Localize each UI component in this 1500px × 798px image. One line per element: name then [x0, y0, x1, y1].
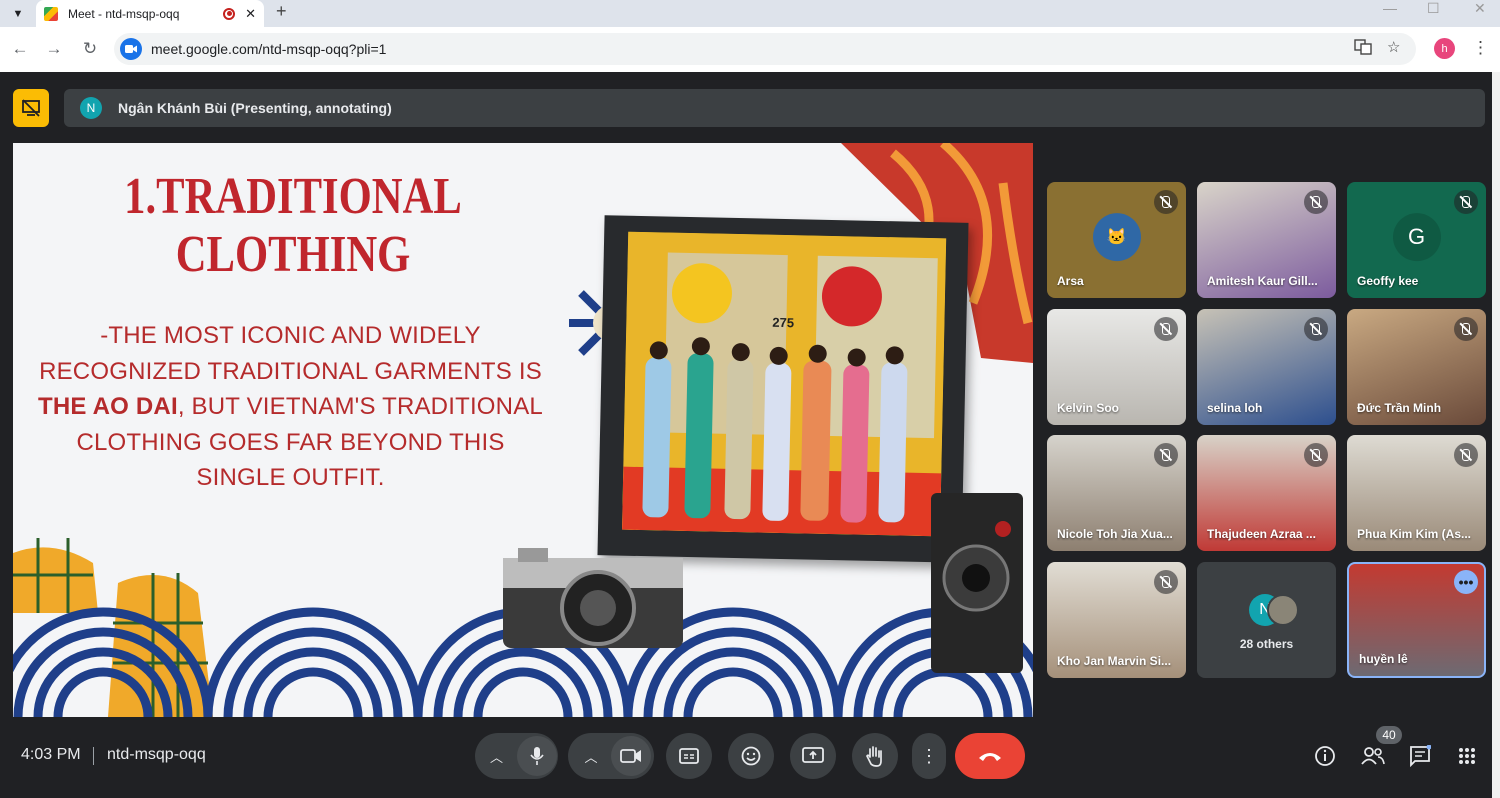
browser-chrome: ▼ Meet - ntd-msqp-oqq ✕ + — ☐ ✕ ← → ↻ me… — [0, 0, 1500, 72]
mic-options-chevron-icon[interactable]: ︿ — [477, 747, 517, 766]
site-info-icon[interactable] — [120, 38, 142, 60]
mic-off-icon — [1454, 317, 1478, 341]
window-close-icon[interactable]: ✕ — [1474, 0, 1486, 18]
others-tile[interactable]: N 28 others — [1197, 562, 1336, 678]
mic-off-icon — [1154, 443, 1178, 467]
present-screen-icon[interactable] — [790, 733, 836, 779]
avatar: 🐱 — [1092, 213, 1141, 262]
mic-icon[interactable] — [516, 736, 557, 776]
translate-icon[interactable] — [1354, 38, 1372, 60]
participant-name: Thajudeen Azraa ... — [1207, 527, 1316, 541]
meeting-time: 4:03 PM — [21, 746, 81, 763]
more-options-icon[interactable]: ⋮ — [912, 733, 946, 779]
mic-off-icon — [1454, 190, 1478, 214]
meet-favicon-icon — [44, 6, 58, 21]
group-photo: 275 — [622, 231, 947, 537]
divider — [93, 747, 94, 765]
tab-title: Meet - ntd-msqp-oqq — [68, 6, 180, 21]
participant-tile[interactable]: Nicole Toh Jia Xua... — [1047, 435, 1186, 551]
tab-strip: ▼ Meet - ntd-msqp-oqq ✕ + — ☐ ✕ — [0, 0, 1500, 27]
tab-search-icon[interactable]: ▼ — [8, 4, 28, 24]
others-count: 28 others — [1239, 637, 1294, 651]
participant-tile[interactable]: selina loh — [1197, 309, 1336, 425]
mic-off-icon — [1154, 570, 1178, 594]
info-icon[interactable] — [1311, 742, 1339, 770]
participant-tile[interactable]: Amitesh Kaur Gill... — [1197, 182, 1336, 298]
participant-name: Phua Kim Kim (As... — [1357, 527, 1472, 541]
back-icon[interactable]: ← — [10, 39, 30, 59]
participant-tile[interactable]: 🐱 Arsa — [1047, 182, 1186, 298]
more-options-icon[interactable]: ••• — [1454, 570, 1478, 594]
avatar: G — [1392, 213, 1441, 262]
camera-illustration — [503, 548, 683, 648]
meet-window: N Ngân Khánh Bùi (Presenting, annotating… — [0, 72, 1492, 798]
slide-body-bold: THE AO DAI — [38, 393, 178, 420]
folding-camera-illustration — [931, 493, 1023, 673]
activities-icon[interactable] — [1453, 742, 1481, 770]
minimize-icon[interactable]: — — [1383, 0, 1397, 18]
presentation-slide: 1.TRADITIONAL CLOTHING -THE MOST ICONIC … — [13, 143, 1033, 717]
participant-name: Geoffy kee — [1357, 274, 1419, 288]
participant-name: selina loh — [1207, 401, 1263, 415]
presenter-banner: N Ngân Khánh Bùi (Presenting, annotating… — [64, 89, 1485, 127]
maximize-icon[interactable]: ☐ — [1427, 0, 1440, 18]
url-text: meet.google.com/ntd-msqp-oqq?pli=1 — [151, 41, 387, 57]
participant-tile[interactable]: Kho Jan Marvin Si... — [1047, 562, 1186, 678]
mic-control: ︿ — [475, 733, 558, 779]
recording-indicator-icon — [223, 7, 236, 20]
slide-body-text: -THE MOST ICONIC AND WIDELY RECOGNIZED T… — [33, 318, 548, 496]
emoji-icon[interactable] — [728, 733, 774, 779]
people-icon[interactable] — [1359, 742, 1387, 770]
participant-tile[interactable]: Đức Trần Minh — [1347, 309, 1486, 425]
bookmark-star-icon[interactable]: ☆ — [1387, 38, 1400, 56]
forward-icon[interactable]: → — [44, 39, 64, 59]
mic-off-icon — [1454, 443, 1478, 467]
presenter-avatar: N — [80, 97, 102, 119]
slide-heading-line2: CLOTHING — [175, 226, 411, 283]
participant-name: Amitesh Kaur Gill... — [1207, 274, 1318, 288]
slide-heading-line1: 1.TRADITIONAL — [124, 168, 462, 225]
presenter-text: Ngân Khánh Bùi (Presenting, annotating) — [118, 100, 392, 116]
address-bar[interactable]: meet.google.com/ntd-msqp-oqq?pli=1 ☆ — [114, 33, 1416, 65]
camera-icon[interactable] — [611, 736, 651, 776]
participant-tile[interactable]: Kelvin Soo — [1047, 309, 1186, 425]
mic-off-icon — [1154, 317, 1178, 341]
slide-body-part1: -THE MOST ICONIC AND WIDELY RECOGNIZED T… — [39, 322, 542, 385]
meeting-code: ntd-msqp-oqq — [107, 746, 206, 763]
participant-name: huyền lê — [1359, 652, 1408, 666]
self-tile[interactable]: ••• huyền lê — [1347, 562, 1486, 678]
present-lock-icon[interactable] — [13, 89, 49, 127]
mic-off-icon — [1304, 443, 1328, 467]
browser-tab[interactable]: Meet - ntd-msqp-oqq ✕ — [36, 0, 264, 27]
camera-options-chevron-icon[interactable]: ︿ — [571, 747, 611, 766]
photo-sign-text: 275 — [772, 315, 794, 330]
camera-control: ︿ — [568, 733, 654, 779]
participant-tile[interactable]: Phua Kim Kim (As... — [1347, 435, 1486, 551]
browser-menu-icon[interactable]: ⋮ — [1472, 38, 1489, 58]
close-tab-icon[interactable]: ✕ — [245, 6, 256, 22]
profile-avatar[interactable]: h — [1434, 38, 1455, 59]
call-controls-bar: 4:03 PM ntd-msqp-oqq ︿ ︿ ⋮ 40 — [0, 722, 1492, 798]
mic-off-icon — [1154, 190, 1178, 214]
participant-tile[interactable]: G Geoffy kee — [1347, 182, 1486, 298]
captions-icon[interactable] — [666, 733, 712, 779]
end-call-icon[interactable] — [955, 733, 1025, 779]
browser-toolbar: ← → ↻ meet.google.com/ntd-msqp-oqq?pli=1… — [0, 27, 1500, 72]
reload-icon[interactable]: ↻ — [80, 39, 100, 59]
participant-name: Kho Jan Marvin Si... — [1057, 654, 1172, 668]
mic-off-icon — [1304, 190, 1328, 214]
participant-tile[interactable]: Thajudeen Azraa ... — [1197, 435, 1336, 551]
participant-name: Nicole Toh Jia Xua... — [1057, 527, 1173, 541]
scrollbar[interactable] — [1492, 72, 1500, 798]
others-avatar-photo — [1267, 594, 1299, 626]
participant-name: Đức Trần Minh — [1357, 401, 1442, 415]
chat-icon[interactable] — [1406, 742, 1434, 770]
new-tab-icon[interactable]: + — [276, 1, 287, 22]
participant-name: Arsa — [1057, 274, 1084, 288]
slide-photo-frame: 275 — [597, 215, 969, 563]
raise-hand-icon[interactable] — [852, 733, 898, 779]
participant-name: Kelvin Soo — [1057, 401, 1120, 415]
mic-off-icon — [1304, 317, 1328, 341]
